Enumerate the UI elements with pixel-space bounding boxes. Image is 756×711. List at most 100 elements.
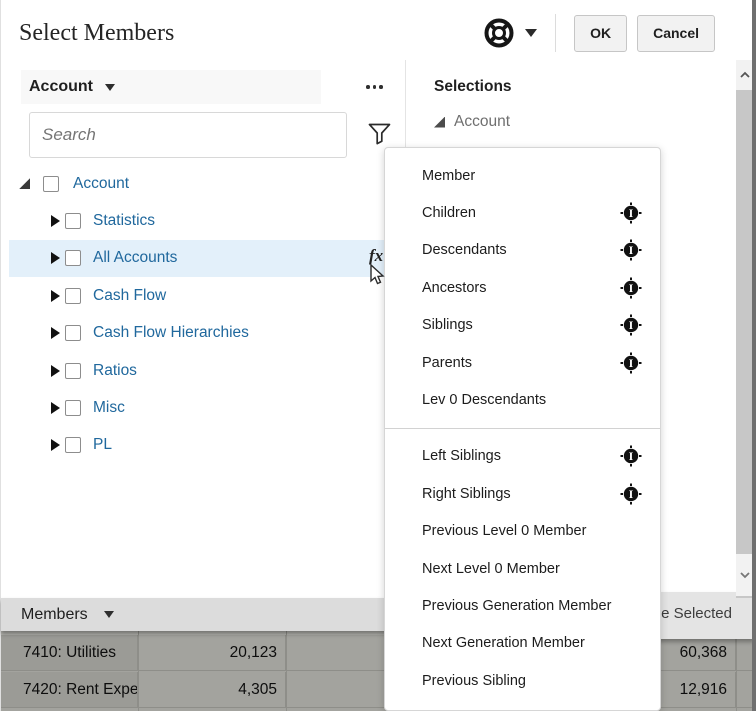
include-exclude-target-icon[interactable]: I [620,445,642,467]
checkbox[interactable] [65,400,81,416]
tree-node-label[interactable]: Statistics [93,212,155,230]
tree-row-selected[interactable]: All Accounts fx [9,240,405,277]
expand-triangle-icon[interactable] [51,402,60,414]
cell-value: 4,305 [139,672,286,707]
left-panel-overflow-menu-icon[interactable] [366,85,383,89]
expand-triangle-icon[interactable] [51,439,60,451]
menu-item[interactable]: Left Siblings I [385,438,660,475]
include-exclude-target-icon[interactable]: I [620,352,642,374]
tree-node-label[interactable]: Account [73,175,129,193]
menu-item-label: Previous Sibling [422,673,526,689]
filter-icon[interactable] [368,123,391,145]
menu-item[interactable]: Parents I [385,344,660,381]
collapse-triangle-icon[interactable] [434,117,445,128]
expand-triangle-icon[interactable] [51,327,60,339]
include-exclude-target-icon[interactable]: I [620,239,642,261]
window-right-border [752,0,756,711]
menu-item-label: Member [422,168,475,184]
mouse-cursor-icon [367,264,387,288]
tree-node-label[interactable]: Misc [93,399,125,417]
expand-triangle-icon[interactable] [51,290,60,302]
tree-row[interactable]: Cash Flow [9,277,405,314]
cell-account-name: 7420: Rent Exper [1,672,138,707]
menu-item-label: Children [422,205,476,221]
select-members-dialog: Select Members OK Cancel Account [0,0,756,711]
menu-item[interactable]: Siblings I [385,307,660,344]
svg-text:I: I [629,206,634,220]
menu-item[interactable]: Previous Sibling [385,662,660,699]
tree-node-label[interactable]: Cash Flow Hierarchies [93,324,249,342]
include-exclude-target-icon[interactable]: I [620,314,642,336]
selection-item-label: Account [454,113,510,131]
tree-row[interactable]: Account [9,165,405,202]
cell-value: 20,123 [139,635,286,670]
tree-node-label[interactable]: Ratios [93,362,137,380]
menu-item[interactable]: Next Level 0 Member [385,550,660,587]
tree-node-label[interactable]: PL [93,436,112,454]
checkbox[interactable] [65,437,81,453]
checkbox[interactable] [65,288,81,304]
member-tree: Account Statistics All Accounts fx Cash … [9,165,405,464]
include-exclude-target-icon[interactable]: I [620,202,642,224]
chevron-down-icon [740,570,750,580]
menu-item-label: Right Siblings [422,486,511,502]
selection-status-box: None Selected [653,592,754,639]
checkbox[interactable] [65,363,81,379]
selection-item[interactable]: Account [434,113,510,131]
tree-row[interactable]: Cash Flow Hierarchies [9,315,405,352]
menu-item-label: Left Siblings [422,448,501,464]
chevron-up-icon [740,70,750,80]
expand-triangle-icon[interactable] [51,252,60,264]
menu-item-label: Next Level 0 Member [422,561,560,577]
selections-title: Selections [434,78,512,96]
tree-row[interactable]: Statistics [9,202,405,239]
tree-node-label[interactable]: All Accounts [93,249,177,267]
checkbox[interactable] [65,213,81,229]
chevron-down-icon [104,611,114,618]
include-exclude-target-icon[interactable]: I [620,483,642,505]
tree-node-label[interactable]: Cash Flow [93,287,166,305]
menu-item[interactable]: Right Siblings I [385,475,660,512]
expand-triangle-icon[interactable] [51,365,60,377]
menu-item[interactable]: Next Sibling [385,699,660,711]
cell-account-name: 7410: Utilities [1,635,138,670]
include-exclude-target-icon[interactable]: I [620,277,642,299]
svg-text:I: I [629,356,634,370]
menu-item[interactable]: Children I [385,194,660,231]
tree-row[interactable]: Misc [9,389,405,426]
menu-item[interactable]: Lev 0 Descendants [385,381,660,418]
tree-row[interactable]: Ratios [9,352,405,389]
dimension-selector[interactable]: Account [21,70,321,104]
menu-item-label: Descendants [422,242,507,258]
dialog-header: Select Members OK Cancel [1,0,753,60]
checkbox[interactable] [43,176,59,192]
menu-item[interactable]: Previous Generation Member [385,587,660,624]
menu-item[interactable]: Descendants I [385,232,660,269]
chevron-down-icon[interactable] [525,29,537,37]
search-input[interactable] [29,112,347,158]
member-options-wheel-icon[interactable] [483,17,515,49]
members-bar-label: Members [21,606,88,624]
svg-text:I: I [629,487,634,501]
menu-item[interactable]: Previous Level 0 Member [385,513,660,550]
checkbox[interactable] [65,325,81,341]
expand-triangle-icon[interactable] [51,215,60,227]
svg-text:I: I [629,281,634,295]
svg-text:I: I [629,450,634,464]
menu-item[interactable]: Next Generation Member [385,625,660,662]
collapse-triangle-icon[interactable] [19,178,30,189]
svg-text:I: I [629,244,634,258]
checkbox[interactable] [65,250,81,266]
tree-row[interactable]: PL [9,427,405,464]
menu-item-label: Ancestors [422,280,486,296]
menu-item[interactable]: Member [385,157,660,194]
ok-button[interactable]: OK [574,15,627,52]
cancel-button[interactable]: Cancel [637,15,715,52]
chevron-down-icon [105,84,115,91]
menu-item[interactable]: Ancestors I [385,269,660,306]
menu-item-label: Siblings [422,317,473,333]
function-fx-icon[interactable]: fx [369,246,383,266]
page-title: Select Members [19,20,174,47]
header-divider [555,14,556,52]
svg-text:I: I [629,318,634,332]
